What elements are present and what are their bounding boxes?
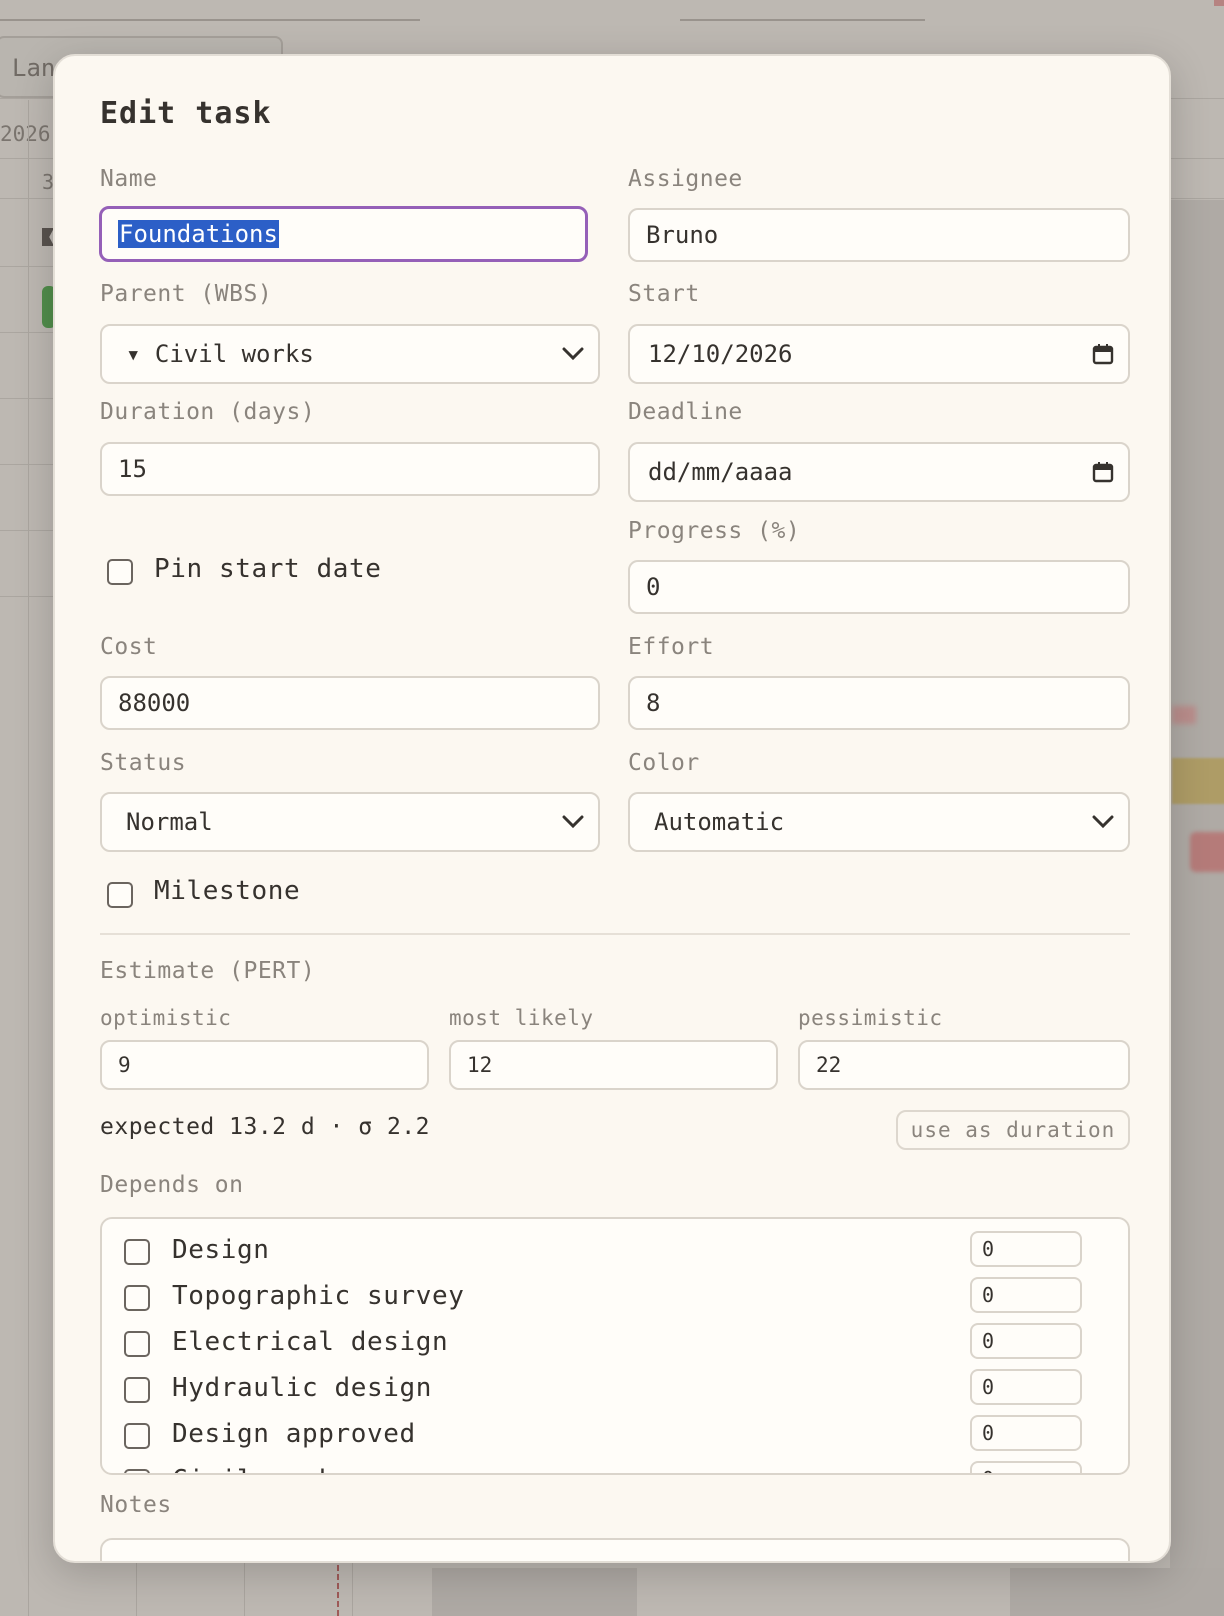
calendar-icon[interactable] bbox=[1090, 341, 1116, 367]
lag-value: 0 bbox=[982, 1283, 995, 1307]
cost-value: 88000 bbox=[118, 689, 191, 717]
effort-input[interactable]: 8 bbox=[628, 676, 1130, 730]
color-label: Color bbox=[628, 750, 700, 776]
chevron-down-icon bbox=[1090, 809, 1116, 835]
lag-value: 0 bbox=[982, 1421, 995, 1445]
assignee-label: Assignee bbox=[628, 166, 743, 192]
parent-value: ▾ Civil works bbox=[126, 340, 314, 368]
notes-label: Notes bbox=[100, 1492, 172, 1518]
optimistic-label: optimistic bbox=[100, 1006, 232, 1030]
lag-value: 0 bbox=[982, 1375, 995, 1399]
dependency-lag-input[interactable]: 0 bbox=[970, 1369, 1082, 1405]
assignee-input[interactable]: Bruno bbox=[628, 208, 1130, 262]
dependency-checkbox[interactable] bbox=[124, 1239, 150, 1265]
lag-value: 0 bbox=[982, 1467, 994, 1473]
dependency-name: Electrical design bbox=[172, 1327, 449, 1357]
dependency-checkbox[interactable] bbox=[124, 1469, 150, 1473]
calendar-icon[interactable] bbox=[1090, 459, 1116, 485]
optimistic-input[interactable]: 9 bbox=[100, 1040, 429, 1090]
deadline-date-input[interactable]: dd/mm/aaaa bbox=[628, 442, 1130, 502]
color-select[interactable]: Automatic bbox=[628, 792, 1130, 852]
parent-select[interactable]: ▾ Civil works bbox=[100, 324, 600, 384]
lag-value: 0 bbox=[982, 1237, 995, 1261]
name-label: Name bbox=[100, 166, 158, 192]
color-value: Automatic bbox=[654, 808, 785, 836]
use-as-duration-button[interactable]: use as duration bbox=[896, 1110, 1130, 1150]
dependency-lag-input[interactable]: 0 bbox=[970, 1231, 1082, 1267]
most-likely-input[interactable]: 12 bbox=[449, 1040, 778, 1090]
list-item: Design approved 0 bbox=[102, 1413, 1128, 1459]
pessimistic-value: 22 bbox=[816, 1053, 842, 1077]
notes-textarea[interactable] bbox=[100, 1538, 1130, 1561]
parent-label: Parent (WBS) bbox=[100, 281, 273, 307]
cost-label: Cost bbox=[100, 634, 158, 660]
dependency-name: Topographic survey bbox=[172, 1281, 465, 1311]
dependency-lag-input[interactable]: 0 bbox=[970, 1323, 1082, 1359]
pert-label: Estimate (PERT) bbox=[100, 958, 316, 984]
effort-label: Effort bbox=[628, 634, 715, 660]
dependency-name: Civil works bbox=[172, 1465, 351, 1473]
effort-value: 8 bbox=[646, 689, 661, 717]
deadline-placeholder: dd/mm/aaaa bbox=[648, 458, 793, 486]
status-select[interactable]: Normal bbox=[100, 792, 600, 852]
milestone-checkbox[interactable] bbox=[107, 882, 133, 908]
pert-expected-text: expected 13.2 d · σ 2.2 bbox=[100, 1114, 430, 1140]
dependency-checkbox[interactable] bbox=[124, 1423, 150, 1449]
start-value: 12/10/2026 bbox=[648, 340, 793, 368]
dependency-name: Design approved bbox=[172, 1419, 416, 1449]
duration-value: 15 bbox=[118, 455, 147, 483]
status-label: Status bbox=[100, 750, 187, 776]
dependency-lag-input[interactable]: 0 bbox=[970, 1277, 1082, 1313]
optimistic-value: 9 bbox=[118, 1053, 131, 1077]
name-input-value: Foundations bbox=[118, 220, 279, 248]
pin-start-label: Pin start date bbox=[154, 554, 382, 584]
chevron-down-icon bbox=[560, 809, 586, 835]
status-value: Normal bbox=[126, 808, 213, 836]
duration-label: Duration (days) bbox=[100, 399, 316, 425]
dependency-lag-input[interactable]: 0 bbox=[970, 1461, 1082, 1473]
dependency-name: Hydraulic design bbox=[172, 1373, 433, 1403]
start-date-input[interactable]: 12/10/2026 bbox=[628, 324, 1130, 384]
duration-input[interactable]: 15 bbox=[100, 442, 600, 496]
assignee-value: Bruno bbox=[646, 221, 719, 249]
list-item: Topographic survey 0 bbox=[102, 1275, 1128, 1321]
pessimistic-input[interactable]: 22 bbox=[798, 1040, 1130, 1090]
deadline-label: Deadline bbox=[628, 399, 743, 425]
name-input[interactable]: Foundations bbox=[99, 206, 588, 262]
dependency-name: Design bbox=[172, 1235, 270, 1265]
section-divider bbox=[100, 933, 1130, 935]
pin-start-checkbox[interactable] bbox=[107, 559, 133, 585]
progress-label: Progress (%) bbox=[628, 518, 801, 544]
dependency-checkbox[interactable] bbox=[124, 1331, 150, 1357]
edit-task-dialog: Edit task Name Foundations Assignee Brun… bbox=[53, 54, 1171, 1563]
dependency-list[interactable]: Design 0 Topographic survey 0 Electrical… bbox=[100, 1217, 1130, 1475]
lag-value: 0 bbox=[982, 1329, 995, 1353]
list-item: Design 0 bbox=[102, 1229, 1128, 1275]
dependency-checkbox[interactable] bbox=[124, 1377, 150, 1403]
progress-input[interactable]: 0 bbox=[628, 560, 1130, 614]
start-label: Start bbox=[628, 281, 700, 307]
progress-value: 0 bbox=[646, 573, 661, 601]
pessimistic-label: pessimistic bbox=[798, 1006, 943, 1030]
chevron-down-icon bbox=[560, 341, 586, 367]
list-item: Civil works 0 bbox=[102, 1459, 1128, 1473]
dependency-lag-input[interactable]: 0 bbox=[970, 1415, 1082, 1451]
dependency-checkbox[interactable] bbox=[124, 1285, 150, 1311]
milestone-label: Milestone bbox=[154, 876, 301, 906]
list-item: Electrical design 0 bbox=[102, 1321, 1128, 1367]
most-likely-label: most likely bbox=[449, 1006, 594, 1030]
depends-on-label: Depends on bbox=[100, 1172, 244, 1198]
list-item: Hydraulic design 0 bbox=[102, 1367, 1128, 1413]
most-likely-value: 12 bbox=[467, 1053, 493, 1077]
dialog-title: Edit task bbox=[100, 96, 272, 131]
cost-input[interactable]: 88000 bbox=[100, 676, 600, 730]
